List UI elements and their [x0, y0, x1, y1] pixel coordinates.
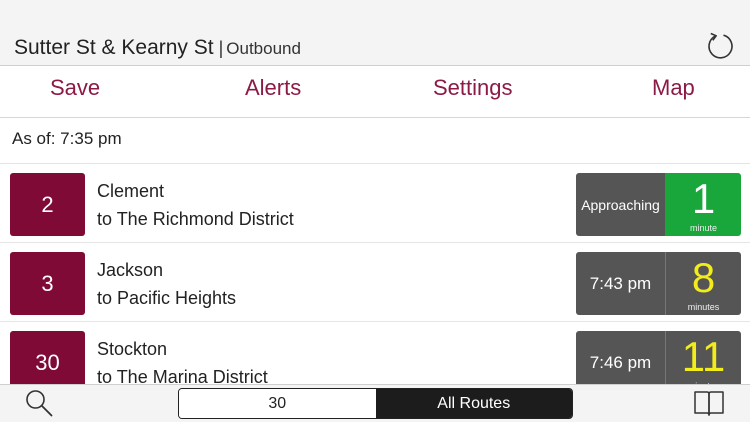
stop-title: Sutter St & Kearny St	[14, 36, 214, 59]
route-destination: to The Richmond District	[97, 209, 294, 229]
eta-count-box: 11 minutes	[665, 331, 741, 384]
eta-time-label: Approaching	[576, 173, 665, 236]
direction-label: Outbound	[226, 39, 301, 58]
eta-time-label: 7:46 pm	[576, 331, 665, 384]
eta-unit: minutes	[687, 302, 720, 312]
eta-minutes: 1	[691, 175, 716, 222]
route-name: Stockton	[97, 339, 168, 359]
route-destination: to The Marina District	[97, 367, 268, 384]
prediction-list[interactable]: 2 Clement to The Richmond District Appro…	[0, 164, 750, 384]
as-of-label: As of: 7:35 pm	[12, 129, 122, 148]
route-badge: 3	[10, 252, 85, 315]
header-bar: Sutter St & Kearny St | Outbound	[0, 0, 750, 66]
eta-box: 7:43 pm 8 minutes	[576, 252, 741, 315]
segment-all-routes[interactable]: All Routes	[375, 389, 572, 418]
page-title: Sutter St & Kearny St | Outbound	[14, 36, 301, 60]
book-icon[interactable]	[693, 389, 725, 417]
eta-box: 7:46 pm 11 minutes	[576, 331, 741, 384]
route-badge: 30	[10, 331, 85, 384]
refresh-icon[interactable]	[704, 30, 736, 62]
prediction-row[interactable]: 3 Jackson to Pacific Heights 7:43 pm 8 m…	[0, 243, 750, 322]
eta-count-box: 1 minute	[665, 173, 741, 236]
settings-button[interactable]: Settings	[433, 75, 513, 101]
route-name: Clement	[97, 181, 165, 201]
route-name: Jackson	[97, 260, 164, 280]
route-destination: to Pacific Heights	[97, 288, 237, 308]
route-filter-segmented-control[interactable]: 30 All Routes	[178, 388, 573, 419]
prediction-row[interactable]: 2 Clement to The Richmond District Appro…	[0, 164, 750, 243]
map-button[interactable]: Map	[652, 75, 695, 101]
eta-count-box: 8 minutes	[665, 252, 741, 315]
eta-minutes: 11	[681, 333, 726, 380]
bottom-toolbar: 30 All Routes	[0, 384, 750, 422]
eta-unit: minute	[689, 223, 717, 233]
eta-box: Approaching 1 minute	[576, 173, 741, 236]
alerts-button[interactable]: Alerts	[245, 75, 301, 101]
search-icon[interactable]	[24, 388, 54, 418]
title-separator: |	[218, 38, 224, 58]
as-of-bar: As of: 7:35 pm	[0, 118, 750, 164]
eta-minutes: 8	[691, 254, 716, 301]
eta-time-label: 7:43 pm	[576, 252, 665, 315]
segment-route-30[interactable]: 30	[179, 389, 376, 418]
prediction-row[interactable]: 30 Stockton to The Marina District 7:46 …	[0, 322, 750, 384]
save-button[interactable]: Save	[50, 75, 100, 101]
route-badge: 2	[10, 173, 85, 236]
nav-bar: Save Alerts Settings Map	[0, 66, 750, 118]
